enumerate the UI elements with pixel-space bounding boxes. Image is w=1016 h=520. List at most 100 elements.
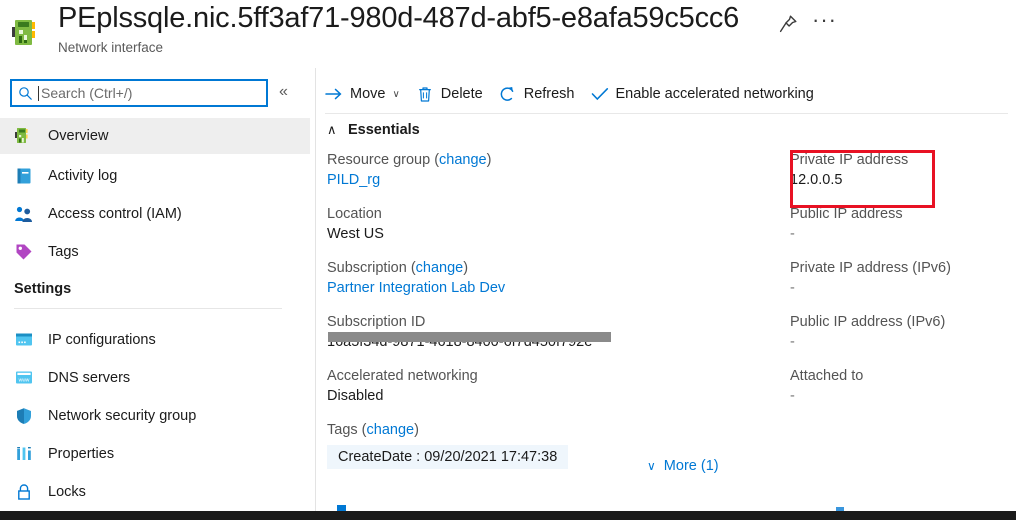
sidebar-item-label: Access control (IAM)	[48, 206, 182, 222]
field-label: Accelerated networking	[327, 368, 478, 384]
tag-icon	[14, 242, 34, 262]
field-value: -	[790, 334, 795, 350]
field-label: Attached to	[790, 368, 864, 384]
field-value: -	[790, 280, 795, 296]
text-caret	[38, 85, 39, 101]
redaction-overlay	[328, 332, 611, 342]
users-icon	[14, 204, 34, 224]
label-text: Tags	[327, 422, 358, 438]
sidebar-item-tags[interactable]: Tags	[0, 234, 310, 270]
toolbar-divider	[325, 113, 1008, 114]
sidebar-section-settings: Settings	[14, 281, 72, 297]
chevron-down-icon: ∨	[647, 459, 656, 473]
field-label: Resource group (change)	[327, 152, 492, 168]
resource-type-subtitle: Network interface	[58, 40, 164, 55]
field-value: West US	[327, 226, 384, 242]
sidebar-item-activity-log[interactable]: Activity log	[0, 158, 310, 194]
sidebar-divider	[14, 308, 282, 309]
field-private-ip-address: Private IP address 12.0.0.5	[790, 150, 1010, 190]
refresh-label: Refresh	[523, 86, 575, 102]
essentials-label: Essentials	[348, 122, 420, 138]
network-interface-icon	[10, 14, 48, 52]
tag-pill[interactable]: CreateDate : 09/20/2021 17:47:38	[327, 445, 569, 469]
sidebar-item-access-control[interactable]: Access control (IAM)	[0, 196, 310, 232]
svg-text:www: www	[19, 377, 30, 383]
essentials-left-column: Resource group (change) PILD_rg Location…	[327, 150, 667, 483]
change-link[interactable]: change	[416, 260, 464, 276]
field-tags: Tags (change) CreateDate : 09/20/2021 17…	[327, 420, 667, 469]
change-link[interactable]: change	[439, 152, 487, 168]
refresh-button[interactable]: Refresh	[491, 78, 583, 110]
field-value[interactable]: Partner Integration Lab Dev	[327, 278, 667, 298]
dns-icon: www	[14, 368, 34, 388]
enable-accelerated-networking-button[interactable]: Enable accelerated networking	[583, 78, 822, 110]
sidebar-item-ip-configurations[interactable]: IP configurations	[0, 322, 310, 358]
chevron-down-icon[interactable]: ∨	[392, 89, 399, 100]
pin-icon[interactable]	[776, 12, 800, 36]
field-attached-to: Attached to -	[790, 366, 1010, 406]
field-location: Location West US	[327, 204, 667, 244]
essentials-section-header[interactable]: ∧ Essentials	[327, 122, 420, 138]
field-label: Public IP address (IPv6)	[790, 314, 946, 330]
field-value: -	[790, 226, 795, 242]
properties-icon	[14, 444, 34, 464]
move-button[interactable]: Move ∨	[317, 78, 408, 110]
overview-icon	[14, 126, 34, 146]
trash-icon	[416, 85, 434, 103]
field-label: Subscription ID	[327, 314, 426, 330]
refresh-icon	[499, 85, 517, 103]
blade-content: Move ∨ Delete Refresh Enable accelerated…	[317, 68, 1016, 511]
sidebar-item-overview[interactable]: Overview	[0, 118, 310, 154]
field-subscription: Subscription (change) Partner Integratio…	[327, 258, 667, 298]
field-label: Location	[327, 206, 382, 222]
arrow-right-icon	[325, 85, 343, 103]
page-title: PEplssqle.nic.5ff3af71-980d-487d-abf5-e8…	[58, 2, 740, 34]
sidebar-item-label: Properties	[48, 446, 115, 462]
sidebar-item-label: Tags	[48, 244, 79, 260]
field-value[interactable]: PILD_rg	[327, 170, 667, 190]
search-box[interactable]	[10, 79, 268, 107]
field-private-ip-address-ipv6: Private IP address (IPv6) -	[790, 258, 1010, 298]
sidebar-item-locks[interactable]: Locks	[0, 474, 310, 510]
field-label: Public IP address	[790, 206, 903, 222]
chevron-up-icon[interactable]: ∧	[327, 122, 343, 138]
field-value: -	[790, 388, 795, 404]
sidebar-item-label: Network security group	[48, 408, 197, 424]
field-public-ip-address-ipv6: Public IP address (IPv6) -	[790, 312, 1010, 352]
change-link[interactable]: change	[367, 422, 415, 438]
field-public-ip-address: Public IP address -	[790, 204, 1010, 244]
sidebar-item-label: Locks	[48, 484, 86, 500]
search-icon	[18, 86, 33, 101]
delete-label: Delete	[440, 86, 483, 102]
label-text: Resource group	[327, 152, 431, 168]
sidebar-item-properties[interactable]: Properties	[0, 436, 310, 472]
sidebar-item-label: Activity log	[48, 168, 118, 184]
collapse-sidebar-button[interactable]: «	[279, 84, 288, 100]
blade-header: PEplssqle.nic.5ff3af71-980d-487d-abf5-e8…	[0, 0, 1016, 68]
field-subscription-id: Subscription ID 16a5f34d-9871-4618-8400-…	[327, 312, 667, 352]
field-value: Disabled	[327, 388, 384, 404]
field-resource-group: Resource group (change) PILD_rg	[327, 150, 667, 190]
sidebar-item-network-security-group[interactable]: Network security group	[0, 398, 310, 434]
move-label: Move	[350, 86, 386, 102]
sidebar-item-dns-servers[interactable]: www DNS servers	[0, 360, 310, 396]
field-label: Subscription (change)	[327, 260, 469, 276]
shield-icon	[14, 406, 34, 426]
sidebar-item-label: DNS servers	[48, 370, 131, 386]
delete-button[interactable]: Delete	[408, 78, 491, 110]
essentials-right-column: Private IP address 12.0.0.5 Public IP ad…	[790, 150, 1010, 420]
activity-log-icon	[14, 166, 34, 186]
checkmark-icon	[591, 85, 609, 103]
ellipsis-icon[interactable]: ···	[812, 8, 837, 32]
bottom-bar	[0, 511, 1016, 520]
label-text: Subscription	[327, 260, 407, 276]
search-input[interactable]	[41, 85, 251, 101]
field-label: Private IP address	[790, 152, 909, 168]
sidebar-item-label: IP configurations	[48, 332, 156, 348]
more-label: More (1)	[663, 458, 719, 474]
field-value: 12.0.0.5	[790, 172, 843, 188]
more-toggle[interactable]: ∨ More (1)	[647, 458, 719, 474]
field-label: Tags (change)	[327, 422, 419, 438]
enable-accelerated-networking-label: Enable accelerated networking	[615, 86, 814, 102]
blade-sidebar: « Overview	[0, 68, 316, 511]
